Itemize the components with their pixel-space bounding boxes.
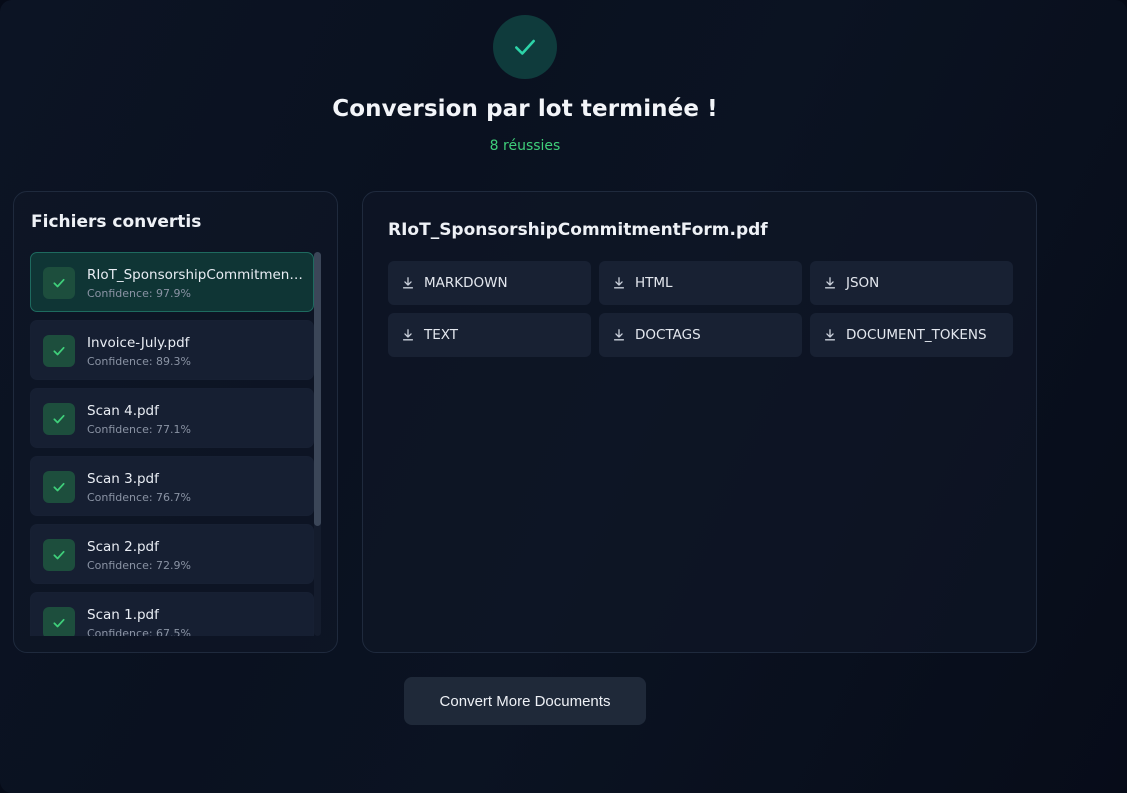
file-status-badge (43, 267, 75, 299)
check-icon (53, 346, 65, 356)
download-icon (823, 276, 837, 290)
file-confidence: Confidence: 67.5% (87, 627, 191, 636)
format-downloads: MARKDOWN HTML JSON TEXT DOCTAGS DOCUMENT… (388, 261, 1013, 357)
download-html-button[interactable]: HTML (599, 261, 802, 305)
file-list: RIoT_SponsorshipCommitmentForm.pdf Confi… (30, 252, 314, 636)
check-icon (53, 550, 65, 560)
download-icon (401, 328, 415, 342)
download-json-button[interactable]: JSON (810, 261, 1013, 305)
download-text-button[interactable]: TEXT (388, 313, 591, 357)
check-icon (53, 414, 65, 424)
document-detail-panel: RIoT_SponsorshipCommitmentForm.pdf MARKD… (362, 191, 1037, 653)
file-name: Scan 1.pdf (87, 607, 159, 623)
file-status-badge (43, 471, 75, 503)
format-label: TEXT (424, 327, 459, 343)
converted-files-panel: Fichiers convertis RIoT_SponsorshipCommi… (13, 191, 338, 653)
file-item[interactable]: Invoice-July.pdf Confidence: 89.3% (30, 320, 314, 380)
download-icon (612, 276, 626, 290)
check-icon (53, 618, 65, 628)
file-name: Scan 2.pdf (87, 539, 159, 555)
download-doctags-button[interactable]: DOCTAGS (599, 313, 802, 357)
download-icon (612, 328, 626, 342)
format-label: JSON (846, 275, 880, 291)
file-confidence: Confidence: 76.7% (87, 491, 191, 504)
format-label: DOCTAGS (635, 327, 701, 343)
scrollbar-thumb[interactable] (314, 252, 321, 526)
file-name: Invoice-July.pdf (87, 335, 190, 351)
file-confidence: Confidence: 97.9% (87, 287, 191, 300)
format-label: MARKDOWN (424, 275, 508, 291)
file-status-badge (43, 403, 75, 435)
download-icon (823, 328, 837, 342)
file-list-scrollbar[interactable] (314, 252, 321, 636)
file-confidence: Confidence: 89.3% (87, 355, 191, 368)
download-markdown-button[interactable]: MARKDOWN (388, 261, 591, 305)
success-count: 8 réussies (489, 138, 561, 154)
file-item[interactable]: Scan 2.pdf Confidence: 72.9% (30, 524, 314, 584)
file-name: Scan 4.pdf (87, 403, 159, 419)
convert-more-button[interactable]: Convert More Documents (404, 677, 646, 725)
file-status-badge (43, 607, 75, 636)
selected-document-title: RIoT_SponsorshipCommitmentForm.pdf (388, 220, 768, 240)
check-icon (53, 278, 65, 288)
file-item[interactable]: Scan 3.pdf Confidence: 76.7% (30, 456, 314, 516)
batch-conversion-window: Conversion par lot terminée ! 8 réussies… (0, 0, 1127, 793)
download-document-tokens-button[interactable]: DOCUMENT_TOKENS (810, 313, 1013, 357)
file-item[interactable]: Scan 4.pdf Confidence: 77.1% (30, 388, 314, 448)
file-confidence: Confidence: 77.1% (87, 423, 191, 436)
file-confidence: Confidence: 72.9% (87, 559, 191, 572)
format-label: HTML (635, 275, 673, 291)
check-icon (515, 39, 535, 55)
success-badge (493, 15, 557, 79)
file-status-badge (43, 335, 75, 367)
format-label: DOCUMENT_TOKENS (846, 327, 987, 343)
file-status-badge (43, 539, 75, 571)
check-icon (53, 482, 65, 492)
panel-title: Fichiers convertis (31, 212, 202, 232)
download-icon (401, 276, 415, 290)
file-name: Scan 3.pdf (87, 471, 159, 487)
page-title: Conversion par lot terminée ! (332, 96, 718, 122)
file-name: RIoT_SponsorshipCommitmentForm.pdf (87, 267, 305, 283)
file-item[interactable]: Scan 1.pdf Confidence: 67.5% (30, 592, 314, 636)
file-item[interactable]: RIoT_SponsorshipCommitmentForm.pdf Confi… (30, 252, 314, 312)
